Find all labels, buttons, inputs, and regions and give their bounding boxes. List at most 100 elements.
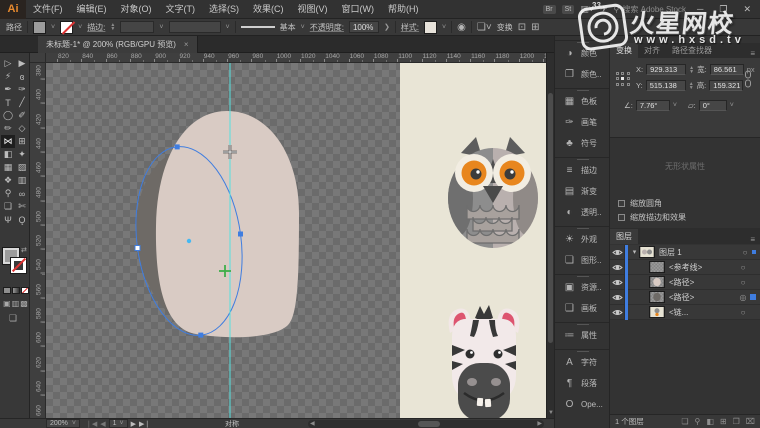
blend-tool[interactable]: ∞ [15,187,29,200]
collapsed-panel-1-1[interactable]: ✑画笔 [555,112,609,133]
close-button[interactable]: ✕ [738,4,756,15]
recolor-artwork-icon[interactable]: ◉ [457,22,466,33]
canvas[interactable] [46,63,546,418]
style-swatch[interactable] [424,21,437,34]
workspace-switcher-icon[interactable]: ▥˅ [580,4,594,15]
collapsed-panel-2-0[interactable]: ≡描边 [555,160,609,181]
shear-field[interactable]: 0° [699,100,727,111]
collapsed-panel-3-1[interactable]: ❏图形.. [555,250,609,271]
visibility-eye-icon[interactable] [610,305,625,320]
menu-item-2[interactable]: 对象(O) [114,0,159,19]
opacity-dropdown-icon[interactable]: ❯ [384,23,390,31]
tab-transform[interactable]: 变换 [610,43,638,58]
draw-mode-buttons[interactable]: ▣▥▩ [2,299,30,308]
stock-search[interactable]: ⚲ 搜索 Adobe Stock [614,4,686,15]
artboard-number-field[interactable]: 1˅ [109,419,128,428]
collapsed-panel-0-1[interactable]: ❐颜色.. [555,64,609,85]
stroke-weight-dropdown-icon[interactable]: ˅ [159,24,163,31]
y-field[interactable]: 515.138 [646,80,686,91]
stroke-color-swatch[interactable] [60,21,73,34]
menu-item-1[interactable]: 编辑(E) [70,0,114,19]
collapsed-panel-3-0[interactable]: ☀外观 [555,229,609,250]
line-segment-tool[interactable]: ╱ [15,96,29,109]
collapsed-panel-0-0[interactable]: ◑颜色 [555,43,609,64]
layers-menu-icon[interactable]: ≡ [750,235,760,244]
bridge-button[interactable]: Br [543,5,556,14]
opacity-label[interactable]: 不透明度: [310,22,344,33]
style-dropdown-icon[interactable]: ˅ [442,24,446,31]
locate-object-icon[interactable]: ⚲ [694,417,700,426]
paintbrush-tool[interactable]: ✐ [15,109,29,122]
eyedropper-tool[interactable]: ⚲ [1,187,15,200]
layer-name[interactable]: <路径> [669,292,736,303]
fill-dropdown-icon[interactable]: ˅ [51,24,55,31]
rotate-dropdown-icon[interactable]: ˅ [673,102,677,109]
ellipse-tool[interactable]: ◯ [1,109,15,122]
vertical-scrollbar[interactable]: ▼ [546,53,554,418]
screen-mode-icon[interactable]: ❏ [9,313,17,324]
clipping-mask-icon[interactable]: ◧ [706,417,714,426]
layer-row-3[interactable]: <路径>◎ [610,290,760,305]
menu-item-5[interactable]: 效果(C) [246,0,291,19]
color-mode-button[interactable] [3,287,11,294]
selection-indicator[interactable] [750,294,756,300]
direct-selection-tool[interactable]: ▷ [1,57,15,70]
constrain-proportions-icon[interactable] [743,70,753,88]
mesh-tool[interactable]: ▦ [1,161,15,174]
stroke-weight-field[interactable] [120,21,154,33]
layer-target-icon[interactable]: ○ [738,248,752,257]
menu-item-0[interactable]: 文件(F) [26,0,70,19]
width-profile-dropdown[interactable] [169,21,221,33]
column-graph-tool[interactable]: ▥ [15,174,29,187]
next-artboard-icon[interactable]: ▶ [131,420,136,428]
stroke-dropdown-icon[interactable]: ˅ [78,24,82,31]
scale-strokes-effects-checkbox[interactable]: 缩放描边和效果 [618,212,686,223]
fill-stroke-control[interactable]: ⇄ [3,248,27,282]
collapsed-panel-6-2[interactable]: OOpe... [555,394,609,415]
live-paint-tool[interactable]: ✦ [15,148,29,161]
slice-tool[interactable]: ✄ [15,200,29,213]
menu-item-3[interactable]: 文字(T) [159,0,203,19]
delete-layer-icon[interactable]: ⌧ [746,417,755,426]
restore-button[interactable]: ❐ [714,4,732,15]
expand-icon[interactable]: ▾ [630,248,639,256]
zoom-level-dropdown[interactable]: 200%˅ [46,419,80,428]
lasso-tool[interactable]: ɞ [15,70,29,83]
free-transform-tool[interactable]: ⊞ [15,135,29,148]
selection-indicator[interactable] [752,250,756,254]
app-logo[interactable]: Ai [0,0,26,19]
horizontal-scrollbar[interactable]: ◀ ▶ [308,420,544,428]
collapsed-panel-2-2[interactable]: ◐透明.. [555,202,609,223]
height-field[interactable]: 159.321 [709,80,743,91]
layer-name[interactable]: <路径> [669,277,736,288]
collapsed-panel-1-0[interactable]: ▦色板 [555,91,609,112]
layer-target-icon[interactable]: ○ [736,278,750,287]
layer-target-icon[interactable]: ○ [736,308,750,317]
collapsed-panel-4-0[interactable]: ▣资源.. [555,277,609,298]
menu-item-8[interactable]: 帮助(H) [381,0,426,19]
width-tool[interactable]: ⋈ [1,135,15,148]
hand-tool[interactable]: Ψ [1,213,15,226]
collapsed-panel-6-1[interactable]: ¶段落 [555,373,609,394]
stroke-stepper[interactable]: ▲▼ [110,23,115,31]
menu-item-4[interactable]: 选择(S) [202,0,246,19]
type-tool[interactable]: T [1,96,15,109]
transform-link[interactable]: 变换 [497,22,513,33]
prev-artboard-icon[interactable]: ◀ [100,420,105,428]
last-artboard-icon[interactable]: ▶❘ [139,420,150,428]
new-layer-icon[interactable]: ❐ [733,417,740,426]
layer-target-icon[interactable]: ○ [736,263,750,272]
horizontal-ruler[interactable]: 8208408608809009209409609801000102010401… [46,53,546,63]
align-options-icon[interactable]: ❏˅ [477,22,492,33]
width-field[interactable]: 86.561 [710,64,744,75]
brush-dropdown-icon[interactable]: ˅ [301,24,305,31]
stock-button[interactable]: St [562,5,575,14]
layer-name[interactable]: <链... [669,307,736,318]
select-similar-icon[interactable]: ⊞ [531,22,539,33]
symbol-sprayer-tool[interactable]: ❖ [1,174,15,187]
selection-tool[interactable]: ▶ [15,57,29,70]
collapsed-panel-5-0[interactable]: ≔属性 [555,325,609,346]
isolate-object-icon[interactable]: ⊡ [518,22,526,33]
visibility-eye-icon[interactable] [610,275,625,290]
stroke-weight-label[interactable]: 描边: [87,22,105,33]
